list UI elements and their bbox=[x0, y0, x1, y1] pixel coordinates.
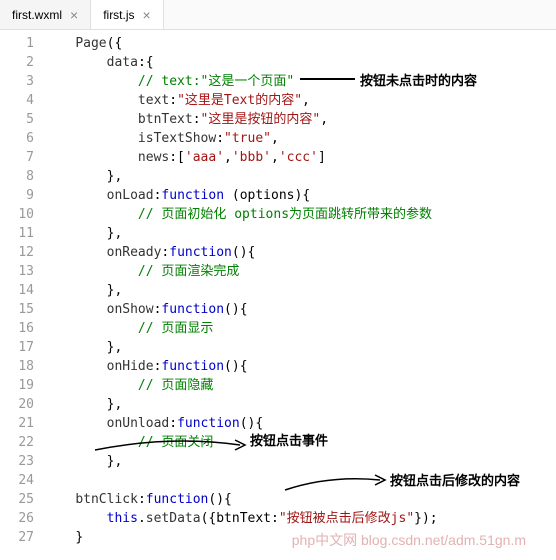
tab-first-wxml[interactable]: first.wxml × bbox=[0, 0, 91, 29]
annotation-1: 按钮未点击时的内容 bbox=[360, 70, 477, 89]
tab-label: first.js bbox=[103, 8, 134, 22]
arrow-icon bbox=[280, 470, 390, 500]
close-icon[interactable]: × bbox=[70, 7, 78, 23]
close-icon[interactable]: × bbox=[143, 7, 151, 23]
arrow-icon bbox=[90, 430, 250, 470]
watermark: php中文网 blog.csdn.net/adm.51gn.m bbox=[292, 530, 526, 550]
annotation-3: 按钮点击后修改的内容 bbox=[390, 470, 520, 489]
annotation-line bbox=[300, 78, 355, 80]
line-gutter: 1234567891011121314151617181920212223242… bbox=[0, 30, 44, 560]
tab-first-js[interactable]: first.js × bbox=[91, 0, 164, 29]
annotation-2: 按钮点击事件 bbox=[250, 430, 328, 449]
tab-label: first.wxml bbox=[12, 8, 62, 22]
tab-bar: first.wxml × first.js × bbox=[0, 0, 556, 30]
